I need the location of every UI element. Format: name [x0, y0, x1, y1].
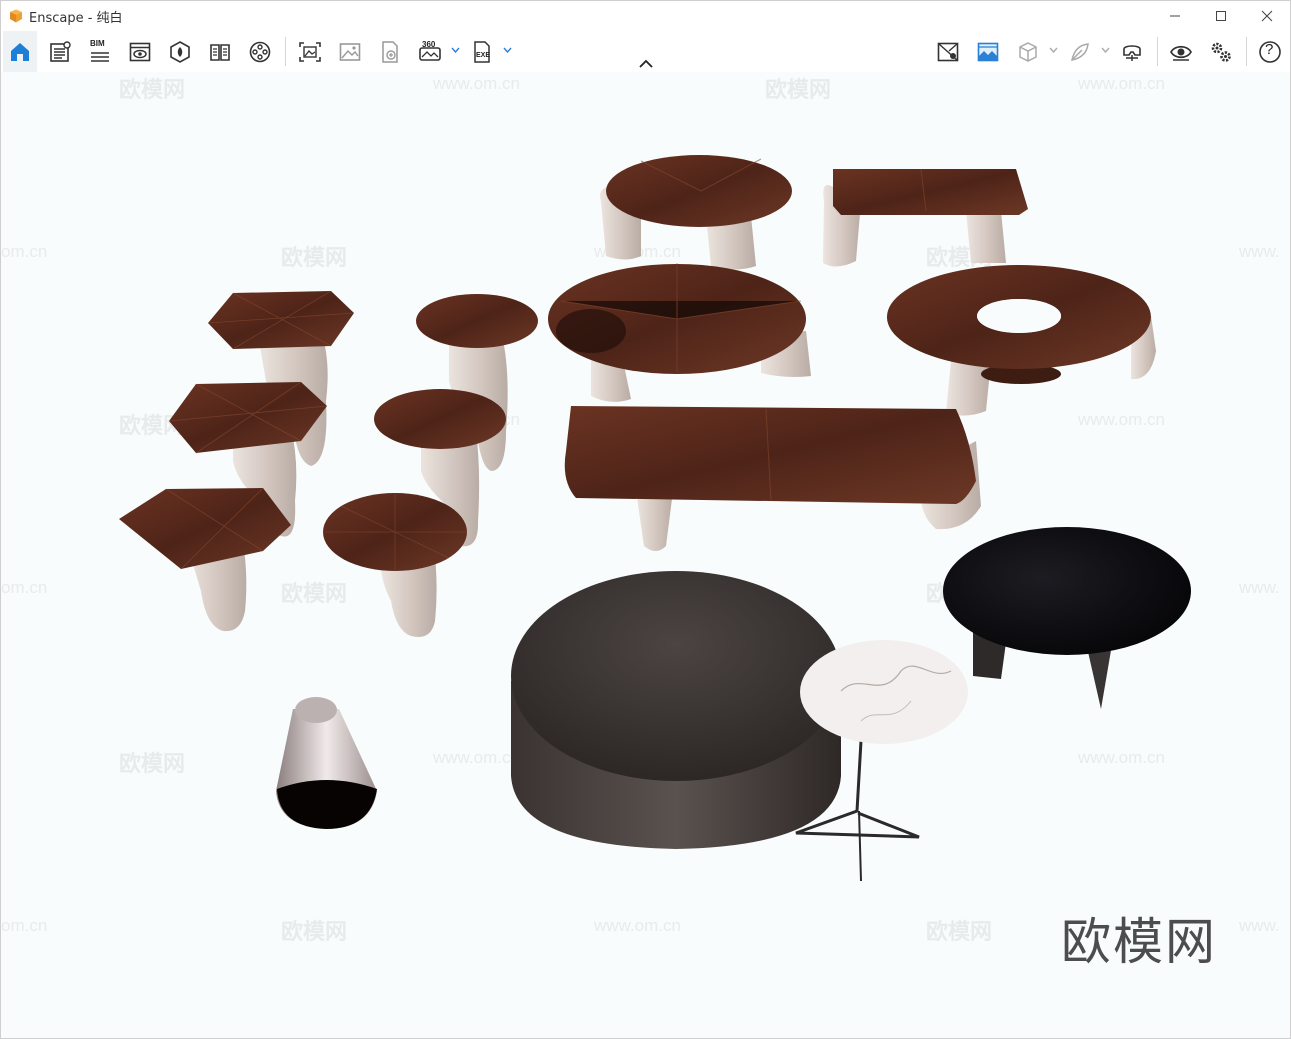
help-button[interactable]: ?: [1253, 31, 1287, 72]
feather-tool-dropdown[interactable]: [1100, 42, 1110, 58]
exe-label: EXE: [476, 52, 491, 59]
brand-logo-watermark: 欧模网: [1061, 913, 1217, 971]
screenshot-icon: [299, 41, 321, 62]
vase[interactable]: [276, 697, 377, 829]
vr-headset-button[interactable]: [1115, 31, 1149, 72]
rectangular-side-table[interactable]: [823, 168, 1028, 267]
black-round-table[interactable]: [943, 527, 1191, 709]
leather-ottoman[interactable]: [511, 571, 841, 849]
title-bar: Enscape - 纯白: [1, 1, 1290, 31]
materials-button[interactable]: [163, 31, 197, 72]
visual-settings-button[interactable]: [1164, 31, 1198, 72]
close-icon: [1261, 10, 1273, 22]
close-button[interactable]: [1244, 1, 1290, 31]
round-side-table-3[interactable]: [323, 493, 467, 637]
enscape-window: Enscape - 纯白 BIM 360 EXE ? 欧模网 www.om.cn…: [0, 0, 1291, 1039]
oval-side-table[interactable]: [600, 155, 792, 270]
map-pin-icon: [937, 42, 959, 61]
large-round-coffee-table[interactable]: [548, 263, 811, 402]
box-icon: [1019, 41, 1037, 62]
assets-icon: [50, 40, 71, 62]
map-button[interactable]: [931, 31, 965, 72]
bim-label: BIM: [90, 39, 105, 48]
toolbar-separator: [1157, 37, 1158, 66]
home-icon: [11, 42, 29, 61]
ring-coffee-table[interactable]: [886, 265, 1156, 416]
toolbar-separator: [285, 37, 286, 66]
batch-render-button[interactable]: [333, 31, 367, 72]
render-viewport[interactable]: 欧模网 www.om.cn 欧模网 www.om.cn om.cn 欧模网 ww…: [1, 72, 1290, 1038]
views-icon: [129, 42, 151, 61]
settings-icon: [1211, 42, 1231, 62]
enscape-logo-icon: [10, 9, 22, 23]
export-file-button[interactable]: [373, 31, 407, 72]
general-settings-button[interactable]: [1204, 31, 1238, 72]
views-button[interactable]: [123, 31, 157, 72]
bim-button[interactable]: BIM: [83, 31, 117, 72]
chevron-down-icon: [1100, 47, 1110, 53]
exe-export-dropdown[interactable]: [502, 42, 512, 58]
panorama-button[interactable]: 360: [413, 31, 447, 72]
minimize-icon: [1170, 15, 1180, 17]
furniture-scene: [119, 155, 1191, 882]
chevron-down-icon: [450, 47, 460, 53]
video-editor-button[interactable]: [243, 31, 277, 72]
chevron-down-icon: [502, 47, 512, 53]
book-icon: [210, 43, 230, 61]
minimize-button[interactable]: [1152, 1, 1198, 31]
sky-icon: [977, 42, 999, 61]
feather-tool-button[interactable]: [1063, 31, 1097, 72]
panorama-label: 360: [422, 40, 436, 49]
video-icon: [249, 41, 271, 62]
feather-icon: [1071, 42, 1089, 61]
help-label: ?: [1265, 41, 1274, 58]
panorama-dropdown[interactable]: [450, 42, 460, 58]
export-icon: [382, 40, 398, 63]
clipping-box-button[interactable]: [1011, 31, 1045, 72]
maximize-button[interactable]: [1198, 1, 1244, 31]
exe-export-button[interactable]: EXE: [465, 31, 499, 72]
long-coffee-table[interactable]: [564, 406, 981, 551]
window-title: Enscape - 纯白: [29, 10, 123, 26]
sky-atmosphere-button[interactable]: [971, 31, 1005, 72]
toolbar-separator: [1246, 37, 1247, 66]
sun-book-button[interactable]: [203, 31, 237, 72]
materials-icon: [170, 40, 190, 63]
screenshot-button[interactable]: [293, 31, 327, 72]
collapse-toolbar-chevron-icon[interactable]: [637, 57, 655, 71]
square-side-table[interactable]: [119, 487, 291, 632]
maximize-icon: [1216, 11, 1226, 21]
chevron-down-icon: [1048, 47, 1058, 53]
asset-library-button[interactable]: [43, 31, 77, 72]
vr-headset-icon: [1123, 44, 1141, 61]
home-button[interactable]: [3, 31, 37, 72]
eye-icon: [1170, 45, 1192, 61]
clipping-box-dropdown[interactable]: [1048, 42, 1058, 58]
image-icon: [339, 42, 361, 61]
